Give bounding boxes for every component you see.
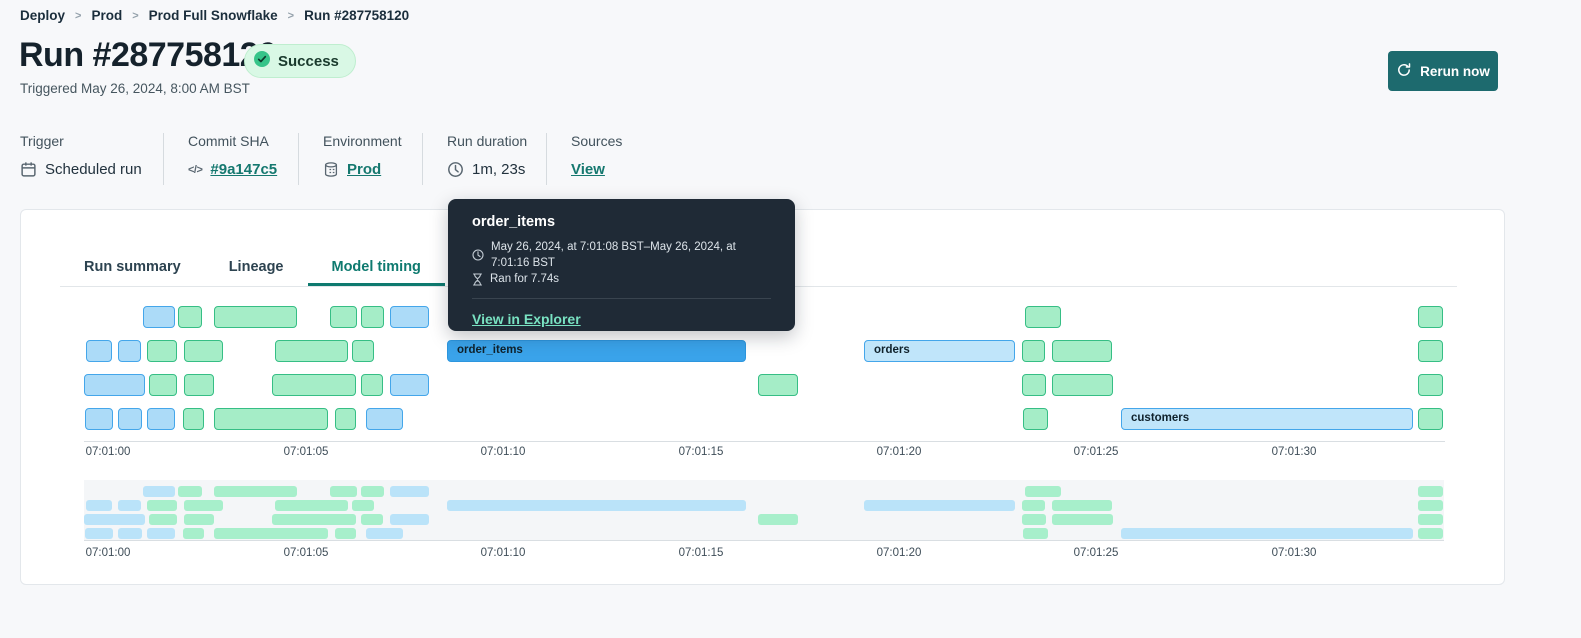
meta-column-commit: Commit SHA </> #9a147c5 <box>188 133 277 178</box>
gantt-bar[interactable] <box>143 306 175 328</box>
gantt-bar[interactable] <box>147 408 175 430</box>
gantt-bar[interactable] <box>275 340 348 362</box>
gantt-bar[interactable] <box>84 374 145 396</box>
gantt-bar[interactable] <box>183 408 204 430</box>
gantt-bar[interactable] <box>184 340 223 362</box>
gantt-bar[interactable] <box>1052 340 1112 362</box>
gantt-bar-orders[interactable]: orders <box>864 340 1015 362</box>
gantt-bar[interactable] <box>214 306 297 328</box>
refresh-icon <box>1396 62 1412 81</box>
gantt-bar[interactable] <box>1022 374 1046 396</box>
gantt-bar[interactable] <box>147 340 177 362</box>
gantt-bar[interactable] <box>352 340 374 362</box>
tooltip-title: order_items <box>472 214 556 230</box>
rerun-now-button[interactable]: Rerun now <box>1388 51 1498 91</box>
meta-column-duration: Run duration 1m, 23s <box>447 133 527 178</box>
run-duration-value: 1m, 23s <box>472 161 526 178</box>
gantt-bar-order_items[interactable]: order_items <box>447 340 746 362</box>
status-badge: Success <box>244 44 356 78</box>
tooltip-duration: Ran for 7.74s <box>490 273 560 285</box>
meta-column-sources: Sources View <box>571 133 622 178</box>
meta-label: Commit SHA <box>188 133 269 149</box>
meta-label: Run duration <box>447 133 528 149</box>
gantt-bar[interactable] <box>178 306 202 328</box>
gantt-bar[interactable] <box>1418 408 1443 430</box>
divider <box>472 298 771 299</box>
gantt-bar[interactable] <box>118 340 141 362</box>
sources-view-link[interactable]: View <box>571 161 605 178</box>
run-detail-page: Deploy > Prod > Prod Full Snowflake > Ru… <box>0 0 1581 638</box>
status-badge-label: Success <box>278 52 339 70</box>
commit-sha-link[interactable]: #9a147c5 <box>210 161 277 178</box>
gantt-axis-line <box>84 441 1445 442</box>
breadcrumb: Deploy > Prod > Prod Full Snowflake > Ru… <box>20 8 409 23</box>
gantt-bar[interactable] <box>361 306 384 328</box>
gantt-bar[interactable] <box>1025 306 1061 328</box>
breadcrumb-item-run: Run #287758120 <box>304 8 410 23</box>
gantt-bar[interactable] <box>149 374 177 396</box>
gantt-bar[interactable] <box>758 374 798 396</box>
chevron-right-icon: > <box>132 9 139 22</box>
gantt-bar[interactable] <box>361 374 383 396</box>
gantt-bar[interactable] <box>86 340 112 362</box>
gantt-bar[interactable] <box>366 408 403 430</box>
gantt-bar[interactable] <box>1418 340 1443 362</box>
gantt-bar[interactable] <box>1022 340 1045 362</box>
gantt-bar[interactable] <box>335 408 356 430</box>
gantt-bar[interactable] <box>390 374 429 396</box>
mini-chart-brush[interactable] <box>84 480 1444 541</box>
meta-label: Environment <box>323 133 402 149</box>
triggered-text: Triggered May 26, 2024, 8:00 AM BST <box>20 81 250 96</box>
clock-icon <box>447 161 464 178</box>
view-in-explorer-link[interactable]: View in Explorer <box>472 311 581 327</box>
meta-label: Trigger <box>20 133 64 149</box>
meta-column-environment: Environment Prod <box>323 133 402 178</box>
divider <box>163 133 164 185</box>
gantt-bar-customers[interactable]: customers <box>1121 408 1413 430</box>
divider <box>422 133 423 185</box>
tab-run-summary[interactable]: Run summary <box>60 250 205 286</box>
gantt-bar[interactable] <box>184 374 214 396</box>
tab-model-timing[interactable]: Model timing <box>308 250 445 286</box>
check-circle-icon <box>254 51 270 71</box>
gantt-bar[interactable] <box>1023 408 1048 430</box>
calendar-icon <box>20 161 37 178</box>
gantt-bar[interactable] <box>214 408 328 430</box>
meta-label: Sources <box>571 133 623 149</box>
database-icon <box>323 161 339 178</box>
clock-icon <box>472 249 484 261</box>
gantt-bar[interactable] <box>85 408 113 430</box>
gantt-bar[interactable] <box>330 306 357 328</box>
rerun-now-label: Rerun now <box>1420 63 1490 79</box>
breadcrumb-item-prod[interactable]: Prod <box>91 8 122 23</box>
tooltip-time-range: May 26, 2024, at 7:01:08 BST–May 26, 202… <box>491 241 736 269</box>
page-title: Run #287758120 <box>19 36 277 74</box>
divider <box>298 133 299 185</box>
gantt-bar[interactable] <box>1418 374 1443 396</box>
hourglass-icon <box>472 272 483 286</box>
gantt-bar[interactable] <box>1052 374 1113 396</box>
breadcrumb-item-job[interactable]: Prod Full Snowflake <box>149 8 278 23</box>
code-icon: </> <box>188 163 203 176</box>
chevron-right-icon: > <box>75 9 82 22</box>
environment-link[interactable]: Prod <box>347 161 381 178</box>
trigger-value: Scheduled run <box>45 161 142 178</box>
gantt-bar[interactable] <box>1418 306 1443 328</box>
gantt-bar[interactable] <box>390 306 429 328</box>
tab-lineage[interactable]: Lineage <box>205 250 308 286</box>
gantt-bar[interactable] <box>118 408 142 430</box>
breadcrumb-item-deploy[interactable]: Deploy <box>20 8 65 23</box>
meta-column-trigger: Trigger Scheduled run <box>20 133 142 178</box>
gantt-bar[interactable] <box>272 374 356 396</box>
divider <box>546 133 547 185</box>
chevron-right-icon: > <box>287 9 295 22</box>
model-tooltip: order_items May 26, 2024, at 7:01:08 BST… <box>448 199 795 331</box>
